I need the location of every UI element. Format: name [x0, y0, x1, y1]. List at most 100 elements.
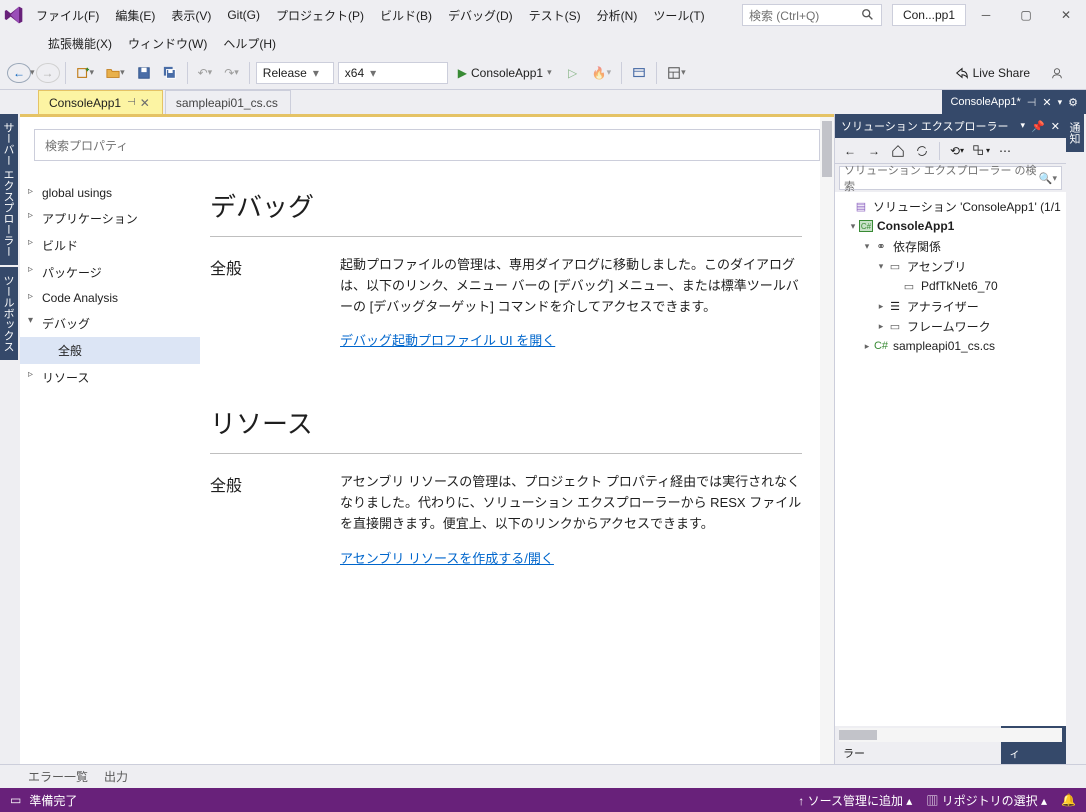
close-button[interactable]: ✕: [1046, 1, 1086, 29]
error-list-tab[interactable]: エラー一覧: [28, 768, 88, 785]
minimize-button[interactable]: ─: [966, 1, 1006, 29]
csharp-file-icon: C#: [873, 338, 889, 354]
menu-tools[interactable]: ツール(T): [645, 3, 712, 28]
property-search-box[interactable]: 検索プロパティ: [34, 129, 820, 161]
menu-analyze[interactable]: 分析(N): [589, 3, 646, 28]
se-more-button[interactable]: ⋯: [994, 140, 1016, 162]
nav-build[interactable]: ビルド: [20, 232, 200, 259]
menu-extensions[interactable]: 拡張機能(X): [40, 31, 120, 56]
property-search-placeholder: 検索プロパティ: [45, 137, 128, 154]
title-project-pill[interactable]: Con...pp1: [892, 4, 966, 26]
menu-debug[interactable]: デバッグ(D): [440, 3, 521, 28]
se-sync-button[interactable]: [911, 140, 933, 162]
repo-select-label: リポジトリの選択: [942, 794, 1038, 808]
scrollbar-thumb[interactable]: [839, 730, 877, 740]
undo-button[interactable]: ↶▾: [193, 61, 218, 85]
open-debug-launch-profile-link[interactable]: デバッグ起動プロファイル UI を開く: [340, 331, 555, 352]
save-button[interactable]: [132, 61, 156, 85]
menu-build[interactable]: ビルド(B): [372, 3, 440, 28]
tree-assembly-node[interactable]: ▾▭ アセンブリ: [837, 256, 1064, 276]
toolbox-tab[interactable]: ツールボックス: [0, 267, 18, 360]
nav-debug-general[interactable]: 全般: [20, 337, 200, 364]
redo-button[interactable]: ↷▾: [219, 61, 244, 85]
property-content: デバッグ 全般 起動プロファイルの管理は、専用ダイアログに移動しました。このダイ…: [200, 173, 834, 764]
nav-resources[interactable]: リソース: [20, 364, 200, 391]
close-icon[interactable]: ✕: [1042, 96, 1051, 109]
open-file-button[interactable]: ▾: [101, 61, 130, 85]
save-all-button[interactable]: [158, 61, 182, 85]
layout-button[interactable]: ▾: [662, 61, 691, 85]
feedback-button[interactable]: [1045, 61, 1069, 85]
solution-tree[interactable]: ▤ ソリューション 'ConsoleApp1' (1/1 ▾C# Console…: [835, 192, 1066, 726]
nav-forward-button[interactable]: →: [36, 63, 60, 83]
vertical-scrollbar[interactable]: [820, 117, 834, 764]
close-tab-button[interactable]: ✕: [140, 96, 150, 110]
nav-package[interactable]: パッケージ: [20, 259, 200, 286]
source-control-button[interactable]: ↑ ソース管理に追加 ▴: [798, 792, 912, 809]
live-share-button[interactable]: Live Share: [950, 61, 1035, 85]
pin-icon[interactable]: ⊣: [1027, 96, 1037, 109]
menu-project[interactable]: プロジェクト(P): [268, 3, 372, 28]
create-open-assembly-resources-link[interactable]: アセンブリ リソースを作成する/開く: [340, 549, 554, 570]
nav-back-button[interactable]: ←: [7, 63, 31, 83]
start-debug-button[interactable]: ▶ConsoleApp1▾: [451, 61, 559, 85]
nav-application[interactable]: アプリケーション: [20, 205, 200, 232]
panel-close-button[interactable]: ✕: [1051, 120, 1060, 133]
server-explorer-tab[interactable]: サーバー エクスプローラー: [0, 114, 18, 265]
menu-test[interactable]: テスト(S): [521, 3, 589, 28]
platform-combo[interactable]: x64▾: [338, 62, 448, 84]
assembly-group-icon: ▭: [887, 258, 903, 274]
config-combo[interactable]: Release▾: [256, 62, 334, 84]
tree-project-node[interactable]: ▾C# ConsoleApp1: [837, 216, 1064, 236]
gear-icon[interactable]: ⚙: [1068, 96, 1078, 109]
menu-help[interactable]: ヘルプ(H): [215, 31, 284, 56]
pin-icon[interactable]: ⊣: [127, 97, 136, 108]
pin-icon[interactable]: 📌: [1031, 120, 1045, 133]
menu-edit[interactable]: 編集(E): [107, 3, 163, 28]
tree-analyzer-node[interactable]: ▸☰ アナライザー: [837, 296, 1064, 316]
tree-dependencies-node[interactable]: ▾⚭ 依存関係: [837, 236, 1064, 256]
se-back-button[interactable]: ←: [839, 140, 861, 162]
assembly-icon: ▭: [901, 278, 917, 294]
tree-solution-node[interactable]: ▤ ソリューション 'ConsoleApp1' (1/1: [837, 196, 1064, 216]
notifications-bell-icon[interactable]: 🔔: [1061, 793, 1076, 807]
nav-back-caret[interactable]: ▾: [30, 67, 35, 78]
nav-debug[interactable]: デバッグ: [20, 310, 200, 337]
repo-select-button[interactable]: ▥ リポジトリの選択 ▴: [926, 792, 1047, 809]
notifications-tab[interactable]: 通知: [1066, 114, 1084, 152]
browser-link-button[interactable]: [627, 61, 651, 85]
maximize-button[interactable]: ▢: [1006, 1, 1046, 29]
start-without-debug-button[interactable]: ▷: [561, 61, 585, 85]
tree-framework-node[interactable]: ▸▭ フレームワーク: [837, 316, 1064, 336]
scrollbar-thumb[interactable]: [822, 121, 832, 177]
menu-view[interactable]: 表示(V): [163, 3, 219, 28]
source-control-label: ソース管理に追加: [808, 794, 903, 808]
se-file-nesting-button[interactable]: ▾: [970, 140, 992, 162]
solution-explorer-search-placeholder: ソリューション エクスプローラー の検索: [844, 162, 1039, 194]
status-icon: ▭: [10, 793, 21, 807]
tree-assembly-item-label: PdfTkNet6_70: [921, 279, 998, 293]
menu-file[interactable]: ファイル(F): [28, 3, 107, 28]
menu-git[interactable]: Git(G): [219, 4, 268, 26]
nav-global-usings[interactable]: global usings: [20, 181, 200, 205]
framework-icon: ▭: [887, 318, 903, 334]
doc-tab-right-combo[interactable]: ConsoleApp1* ⊣ ✕ ▾ ⚙: [942, 90, 1086, 114]
tree-assembly-label: アセンブリ: [907, 258, 966, 275]
nav-code-analysis[interactable]: Code Analysis: [20, 286, 200, 310]
solution-hscrollbar[interactable]: [839, 728, 1062, 742]
doc-tab-project-properties[interactable]: ConsoleApp1 ⊣ ✕: [38, 90, 163, 114]
menu-window[interactable]: ウィンドウ(W): [120, 31, 215, 56]
solution-explorer-search[interactable]: ソリューション エクスプローラー の検索 🔍▾: [839, 166, 1062, 190]
hot-reload-button[interactable]: 🔥▾: [587, 61, 616, 85]
se-home-button[interactable]: [887, 140, 909, 162]
se-scope-button[interactable]: ⟲▾: [946, 140, 968, 162]
tree-assembly-item[interactable]: ▭ PdfTkNet6_70: [837, 276, 1064, 296]
output-tab[interactable]: 出力: [104, 768, 128, 785]
panel-menu-caret[interactable]: ▾: [1021, 120, 1026, 133]
global-search-box[interactable]: 検索 (Ctrl+Q): [742, 4, 882, 26]
new-item-button[interactable]: ▾: [71, 61, 100, 85]
se-forward-button[interactable]: →: [863, 140, 885, 162]
tree-source-file-node[interactable]: ▸C# sampleapi01_cs.cs: [837, 336, 1064, 356]
status-bar: ▭ 準備完了 ↑ ソース管理に追加 ▴ ▥ リポジトリの選択 ▴ 🔔: [0, 788, 1086, 812]
doc-tab-sourcefile[interactable]: sampleapi01_cs.cs: [165, 90, 291, 114]
